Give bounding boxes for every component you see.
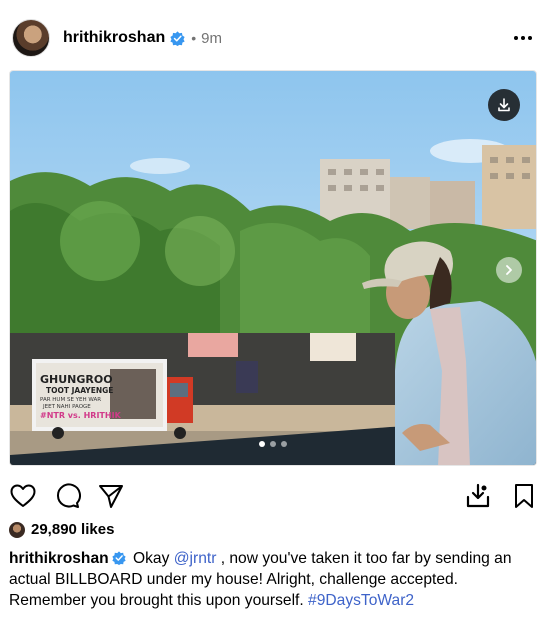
download-icon <box>498 98 510 112</box>
username[interactable]: hrithikroshan <box>63 29 165 47</box>
verified-badge-icon <box>111 551 126 565</box>
post-time[interactable]: 9m <box>201 30 222 47</box>
carousel-dot <box>281 441 287 447</box>
truck-line-4: JEET NAHI PAOGE <box>42 404 91 410</box>
post-media[interactable]: GHUNGROO TOOT JAAYENGE PAR HUM SE YEH WA… <box>9 70 537 466</box>
avatar[interactable] <box>12 19 50 57</box>
more-options-icon[interactable] <box>512 30 534 46</box>
truck-line-1: GHUNGROO <box>40 373 113 386</box>
truck-line-3: PAR HUM SE YEH WAR <box>40 397 101 403</box>
caption-username[interactable]: hrithikroshan <box>9 550 109 567</box>
heart-icon[interactable] <box>9 482 37 510</box>
comment-icon[interactable] <box>53 482 81 510</box>
post-photo: GHUNGROO TOOT JAAYENGE PAR HUM SE YEH WA… <box>10 71 536 465</box>
likes-count[interactable]: 29,890 likes <box>31 521 114 538</box>
likes-row: 29,890 likes <box>9 521 114 538</box>
action-bar <box>0 476 544 512</box>
post-header: hrithikroshan • 9m <box>0 0 544 72</box>
save-download-icon[interactable] <box>464 482 492 510</box>
truck-line-5: #NTR vs. HRITHIK <box>40 411 122 420</box>
carousel-dot <box>259 441 265 447</box>
username-row: hrithikroshan • 9m <box>63 29 222 47</box>
carousel-dot <box>270 441 276 447</box>
caption-text-1: Okay <box>128 550 174 567</box>
caption-hashtag[interactable]: #9DaysToWar2 <box>308 592 414 609</box>
carousel-indicator <box>10 441 536 447</box>
download-button[interactable] <box>488 89 520 121</box>
liker-avatar[interactable] <box>9 521 25 538</box>
post-caption: hrithikroshan Okay @jrntr , now you've t… <box>9 548 537 611</box>
chevron-right-icon <box>506 265 512 275</box>
verified-badge-icon <box>170 30 185 46</box>
bookmark-icon[interactable] <box>510 482 538 510</box>
caption-mention[interactable]: @jrntr <box>174 550 217 567</box>
share-icon[interactable] <box>97 482 125 510</box>
truck-line-2: TOOT JAAYENGE <box>46 386 113 395</box>
carousel-next-button[interactable] <box>496 257 522 283</box>
separator-dot: • <box>191 30 197 46</box>
